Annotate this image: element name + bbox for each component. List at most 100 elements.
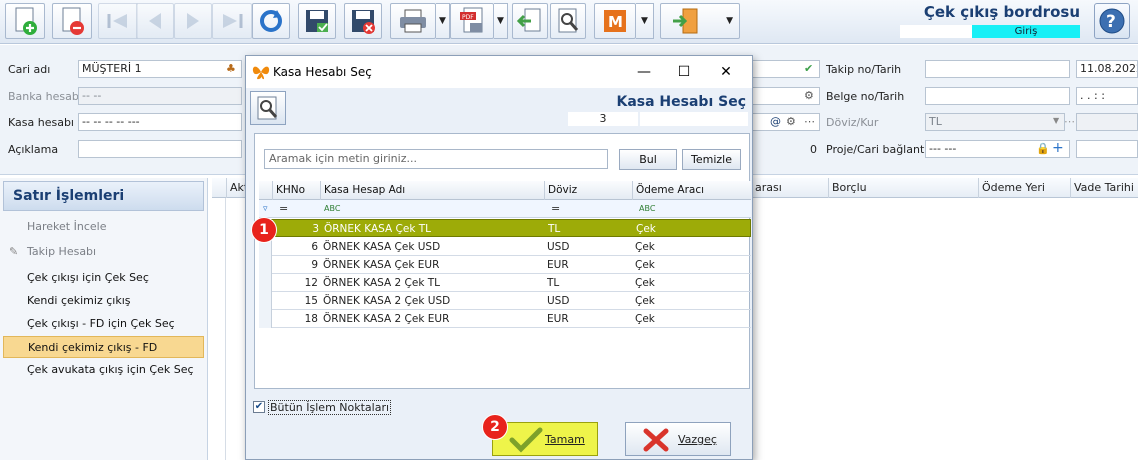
menu-cek-avukata-cikis[interactable]: Çek avukata çıkış için Çek Seç xyxy=(3,359,204,381)
row-indicator xyxy=(259,274,272,292)
delete-button[interactable] xyxy=(52,3,92,39)
grid-col-odeme-yeri[interactable]: Ödeme Yeri xyxy=(978,178,1070,198)
settings-icon[interactable]: ⚙ xyxy=(804,89,814,102)
table-row[interactable]: 12 ÖRNEK KASA 2 Çek TL TL Çek xyxy=(259,274,751,292)
new-button[interactable] xyxy=(5,3,45,39)
cari-adi-field[interactable]: MÜŞTERİ 1 xyxy=(78,60,242,78)
filter-kasa-hesap-adi[interactable]: ABC xyxy=(320,200,340,218)
prev-record-button[interactable] xyxy=(136,3,174,39)
menu-hareket-incele[interactable]: Hareket İncele xyxy=(3,216,204,238)
belge-label: Belge no/Tarih xyxy=(826,90,905,103)
all-points-checkbox[interactable]: ✔ xyxy=(253,401,265,413)
edit-icon: ✎ xyxy=(9,245,19,258)
filter-odeme-araci[interactable]: ABC xyxy=(635,200,655,218)
pdf-dropdown[interactable]: ▼ xyxy=(494,3,508,39)
maximize-button[interactable]: ☐ xyxy=(666,60,702,84)
takip-no-field[interactable] xyxy=(925,60,1070,78)
col-odeme-araci[interactable]: Ödeme Aracı xyxy=(632,181,751,200)
kur-field[interactable] xyxy=(1076,113,1138,131)
save-close-button[interactable] xyxy=(344,3,382,39)
menu-cek-cikisi-cek-sec[interactable]: Çek çıkışı için Çek Seç xyxy=(3,267,204,289)
refresh-button[interactable] xyxy=(252,3,290,39)
doviz-select[interactable]: TL xyxy=(925,113,1065,131)
m-module-dropdown[interactable]: ▼ xyxy=(636,3,654,39)
cell-doviz: USD xyxy=(547,241,570,253)
at-icon[interactable]: @ xyxy=(770,115,781,128)
grid-col-arasi[interactable]: arası xyxy=(752,178,830,198)
prev-icon xyxy=(149,13,161,29)
last-record-button[interactable] xyxy=(212,3,252,39)
doviz-label: Döviz/Kur xyxy=(826,116,879,129)
cell-kasa-hesap-adi: ÖRNEK KASA Çek USD xyxy=(323,241,441,253)
pdf-button[interactable]: PDF xyxy=(450,3,494,39)
banka-hesabi-field[interactable]: -- -- xyxy=(78,87,242,105)
table-row[interactable]: 18 ÖRNEK KASA 2 Çek EUR EUR Çek xyxy=(259,310,751,328)
filter-icon[interactable]: ▿ xyxy=(259,200,268,218)
link-icon[interactable]: ⚙ xyxy=(786,115,796,128)
next-record-button[interactable] xyxy=(174,3,212,39)
belge-date-field[interactable]: . . : : xyxy=(1076,87,1138,105)
table-row[interactable]: 9 ÖRNEK KASA Çek EUR EUR Çek xyxy=(259,256,751,274)
aciklama-field[interactable] xyxy=(78,140,242,158)
grid-col-vade-tarihi[interactable]: Vade Tarihi xyxy=(1070,178,1138,198)
cancel-x-icon xyxy=(643,428,669,452)
menu-takip-hesabi[interactable]: ✎ Takip Hesabı xyxy=(3,241,204,263)
search-input[interactable]: Aramak için metin giriniz... xyxy=(264,149,608,169)
grid-col-borclu[interactable]: Borçlu xyxy=(828,178,978,198)
chevron-down-icon: ▼ xyxy=(439,16,446,26)
cancel-button[interactable]: Vazgeç xyxy=(625,422,731,456)
takip-date-field[interactable]: 11.08.2022 xyxy=(1076,60,1138,78)
help-button[interactable]: ? xyxy=(1094,3,1130,39)
print-icon xyxy=(400,9,426,33)
save-icon xyxy=(306,10,328,32)
print-button[interactable] xyxy=(390,3,436,39)
table-row[interactable]: 15 ÖRNEK KASA 2 Çek USD USD Çek xyxy=(259,292,751,310)
grid-row-indicator xyxy=(212,198,226,460)
people-icon[interactable]: ♣ xyxy=(226,62,236,75)
belge-no-field[interactable] xyxy=(925,87,1070,105)
print-dropdown[interactable]: ▼ xyxy=(436,3,450,39)
save-button[interactable] xyxy=(298,3,336,39)
find-button[interactable]: Bul xyxy=(619,149,677,170)
col-khno[interactable]: KHNo xyxy=(272,181,320,200)
grid-col-akti[interactable]: Akti xyxy=(226,178,251,198)
proje-extra-field[interactable] xyxy=(1076,140,1138,158)
close-button[interactable]: ✕ xyxy=(708,60,744,84)
clear-button[interactable]: Temizle xyxy=(682,149,741,170)
filter-doviz[interactable]: = xyxy=(547,200,560,218)
tools-button[interactable] xyxy=(550,3,586,39)
cell-khno: 18 xyxy=(304,313,318,325)
row-operations-panel: Satır İşlemleri Hareket İncele ✎ Takip H… xyxy=(0,178,208,460)
table-row[interactable]: 6 ÖRNEK KASA Çek USD USD Çek xyxy=(259,238,751,256)
menu-kendi-cekimiz-cikis-fd[interactable]: Kendi çekimiz çıkış - FD xyxy=(3,336,204,358)
col-doviz[interactable]: Döviz xyxy=(544,181,632,200)
first-record-button[interactable] xyxy=(98,3,138,39)
step-marker-2: 2 xyxy=(482,414,508,440)
table-row[interactable]: 3 ÖRNEK KASA Çek TL TL Çek xyxy=(259,219,751,238)
menu-cek-cikisi-fd[interactable]: Çek çıkışı - FD için Çek Seç xyxy=(3,313,204,335)
delete-icon xyxy=(62,7,84,35)
kasa-hesabi-dialog: Kasa Hesabı Seç — ☐ ✕ Kasa Hesabı Seç 3 … xyxy=(245,55,753,460)
filter-row: ▿ = ABC = ABC xyxy=(259,200,751,218)
more-icon[interactable]: ⋯ xyxy=(804,115,815,128)
dialog-tools-button[interactable] xyxy=(250,91,286,125)
dialog-titlebar: Kasa Hesabı Seç — ☐ ✕ xyxy=(246,56,752,88)
lock-icon[interactable]: 🔒 xyxy=(1036,142,1050,155)
m-module-button[interactable]: M xyxy=(594,3,636,39)
takip-label: Takip no/Tarih xyxy=(826,63,902,76)
cell-kasa-hesap-adi: ÖRNEK KASA 2 Çek TL xyxy=(323,277,441,289)
add-icon[interactable]: + xyxy=(1052,140,1064,156)
minimize-button[interactable]: — xyxy=(626,60,662,84)
header-indicator xyxy=(259,181,272,200)
tools-icon xyxy=(257,96,278,120)
filter-khno[interactable]: = xyxy=(275,200,288,218)
exit-button[interactable]: ▼ xyxy=(660,3,740,39)
more-icon[interactable]: ⋯ xyxy=(1064,115,1075,128)
import-button[interactable] xyxy=(512,3,548,39)
selected-name-field xyxy=(640,112,748,126)
col-kasa-hesap-adi[interactable]: Kasa Hesap Adı xyxy=(320,181,544,200)
all-points-label[interactable]: Bütün İşlem Noktaları xyxy=(268,400,392,415)
cari-adi-label: Cari adı xyxy=(8,63,51,76)
menu-kendi-cekimiz-cikis[interactable]: Kendi çekimiz çıkış xyxy=(3,290,204,312)
kasa-hesabi-field[interactable]: -- -- -- -- --- xyxy=(78,113,242,131)
